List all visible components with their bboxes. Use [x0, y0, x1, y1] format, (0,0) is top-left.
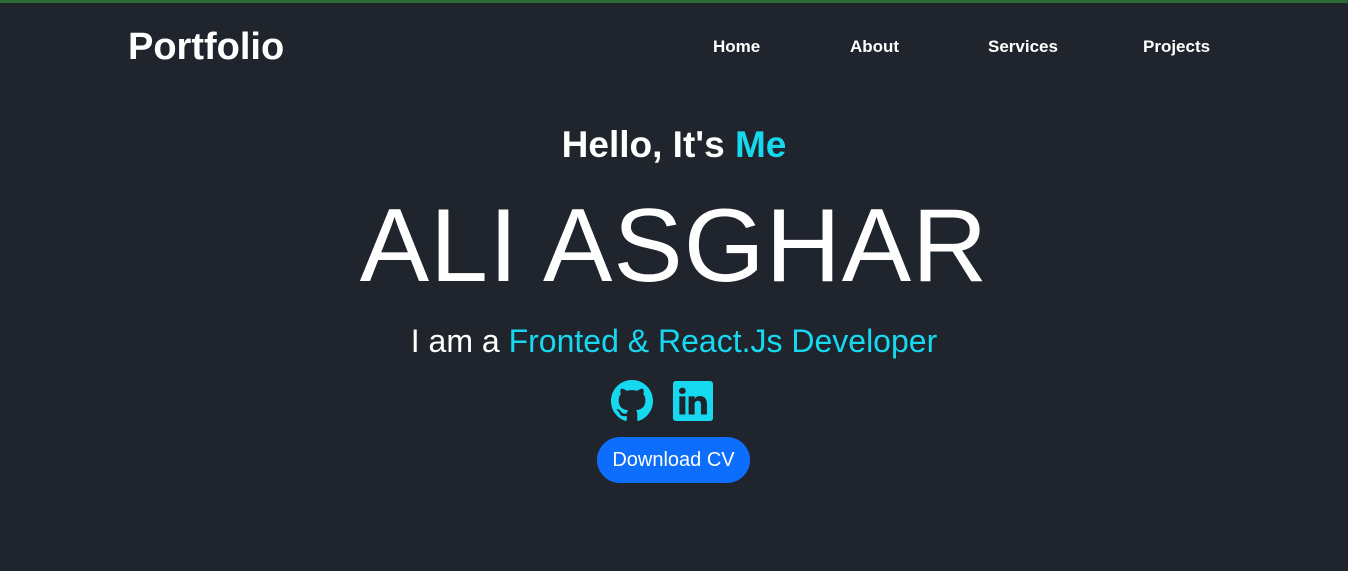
- greeting-prefix: Hello, It's: [561, 124, 725, 165]
- github-link[interactable]: [611, 380, 653, 422]
- hero-greeting: Hello, It's Me: [0, 122, 1348, 168]
- hero-name: ALI ASGHAR: [359, 188, 989, 304]
- linkedin-icon: [673, 381, 713, 421]
- hero-role: I am a Fronted & React.Js Developer: [0, 320, 1348, 362]
- download-cv-button[interactable]: Download CV: [597, 437, 750, 483]
- greeting-highlight: Me: [734, 124, 787, 165]
- role-prefix: I am a: [410, 323, 500, 359]
- linkedin-link[interactable]: [673, 380, 715, 422]
- hero-section: Hello, It's Me ALI ASGHAR I am a Fronted…: [0, 0, 1348, 571]
- github-icon: [611, 380, 653, 421]
- social-links: [0, 380, 1348, 422]
- role-highlight: Fronted & React.Js Developer: [508, 323, 938, 359]
